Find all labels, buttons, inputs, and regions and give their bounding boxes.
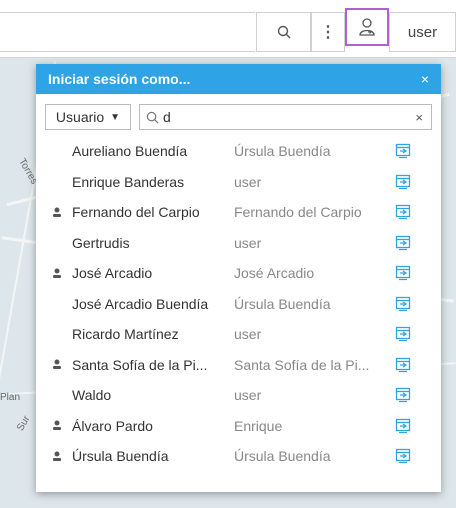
login-as-icon[interactable]: [388, 143, 418, 159]
list-item[interactable]: Aureliano Buendía Úrsula Buendía: [36, 136, 441, 167]
user-association: user: [234, 326, 262, 343]
user-association: user: [234, 173, 262, 190]
search-button[interactable]: [256, 12, 311, 52]
search-icon: [277, 25, 291, 39]
user-association: user: [234, 234, 262, 251]
map-label: Plan: [0, 392, 21, 403]
switch-user-button[interactable]: [345, 8, 389, 46]
user-association: user: [234, 387, 262, 404]
popup-header: Iniciar sesión como... ×: [36, 64, 441, 94]
filter-type-dropdown[interactable]: Usuario ▼: [45, 104, 131, 130]
login-as-icon[interactable]: [388, 296, 418, 312]
list-item[interactable]: Enrique Banderas user: [36, 167, 441, 198]
list-item[interactable]: Ricardo Martínez user: [36, 319, 441, 350]
user-name: Fernando del Carpio: [72, 204, 200, 221]
user-name: Úrsula Buendía: [72, 448, 169, 465]
login-as-icon[interactable]: [388, 204, 418, 220]
login-as-icon[interactable]: [388, 418, 418, 434]
search-input[interactable]: [159, 109, 359, 125]
list-item[interactable]: Waldo user: [36, 380, 441, 411]
list-item[interactable]: Álvaro Pardo Enrique: [36, 411, 441, 442]
popup-title: Iniciar sesión como...: [48, 71, 191, 87]
close-button[interactable]: ×: [421, 71, 429, 87]
login-as-icon[interactable]: [388, 174, 418, 190]
top-toolbar: ⋮ user: [0, 0, 456, 58]
user-association: Úrsula Buendía: [234, 448, 331, 465]
search-icon: [146, 111, 159, 124]
person-icon: [52, 451, 72, 462]
filter-type-label: Usuario: [55, 109, 105, 125]
user-association: Fernando del Carpio: [234, 204, 362, 221]
more-options-button[interactable]: ⋮: [311, 12, 345, 52]
person-icon: [52, 359, 72, 370]
login-as-icon[interactable]: [388, 265, 418, 281]
user-name: José Arcadio: [72, 265, 153, 282]
login-as-icon[interactable]: [388, 235, 418, 251]
user-association: José Arcadio: [234, 265, 315, 282]
list-item[interactable]: Gertrudis user: [36, 228, 441, 259]
user-name: Waldo: [72, 387, 112, 404]
search-field[interactable]: ×: [139, 104, 432, 130]
user-association: Úrsula Buendía: [234, 143, 331, 160]
login-as-popup: Iniciar sesión como... × Usuario ▼ × Aur…: [36, 64, 441, 492]
login-as-icon[interactable]: [388, 326, 418, 342]
user-name: Álvaro Pardo: [72, 417, 153, 434]
login-as-icon[interactable]: [388, 448, 418, 464]
list-item[interactable]: José Arcadio José Arcadio: [36, 258, 441, 289]
more-icon: ⋮: [320, 24, 336, 41]
user-name: Santa Sofía de la Pi...: [72, 356, 208, 373]
list-item[interactable]: Fernando del Carpio Fernando del Carpio: [36, 197, 441, 228]
user-name: Aureliano Buendía: [72, 143, 188, 160]
login-as-icon[interactable]: [388, 387, 418, 403]
person-icon: [52, 420, 72, 431]
user-association: Enrique: [234, 417, 283, 434]
toolbar-field[interactable]: [0, 12, 255, 52]
list-item[interactable]: Santa Sofía de la Pi... Santa Sofía de la…: [36, 350, 441, 381]
user-name: Gertrudis: [72, 234, 130, 251]
person-icon: [52, 207, 72, 218]
login-as-icon[interactable]: [388, 357, 418, 373]
user-switch-icon: [357, 17, 377, 37]
user-name: Enrique Banderas: [72, 173, 185, 190]
clear-search-icon[interactable]: ×: [415, 110, 423, 125]
person-icon: [52, 268, 72, 279]
list-item[interactable]: Úrsula Buendía Úrsula Buendía: [36, 441, 441, 472]
list-item[interactable]: José Arcadio Buendía Úrsula Buendía: [36, 289, 441, 320]
user-name: José Arcadio Buendía: [72, 295, 209, 312]
user-list: Aureliano Buendía Úrsula Buendía Enrique B…: [36, 136, 441, 472]
map-label: Sur: [15, 414, 33, 433]
user-association: Santa Sofía de la Pi...: [234, 356, 370, 373]
filter-row: Usuario ▼ ×: [36, 94, 441, 136]
caret-down-icon: ▼: [110, 111, 121, 123]
user-association: Úrsula Buendía: [234, 295, 331, 312]
current-user-label[interactable]: user: [389, 12, 456, 52]
user-name: Ricardo Martínez: [72, 326, 179, 343]
